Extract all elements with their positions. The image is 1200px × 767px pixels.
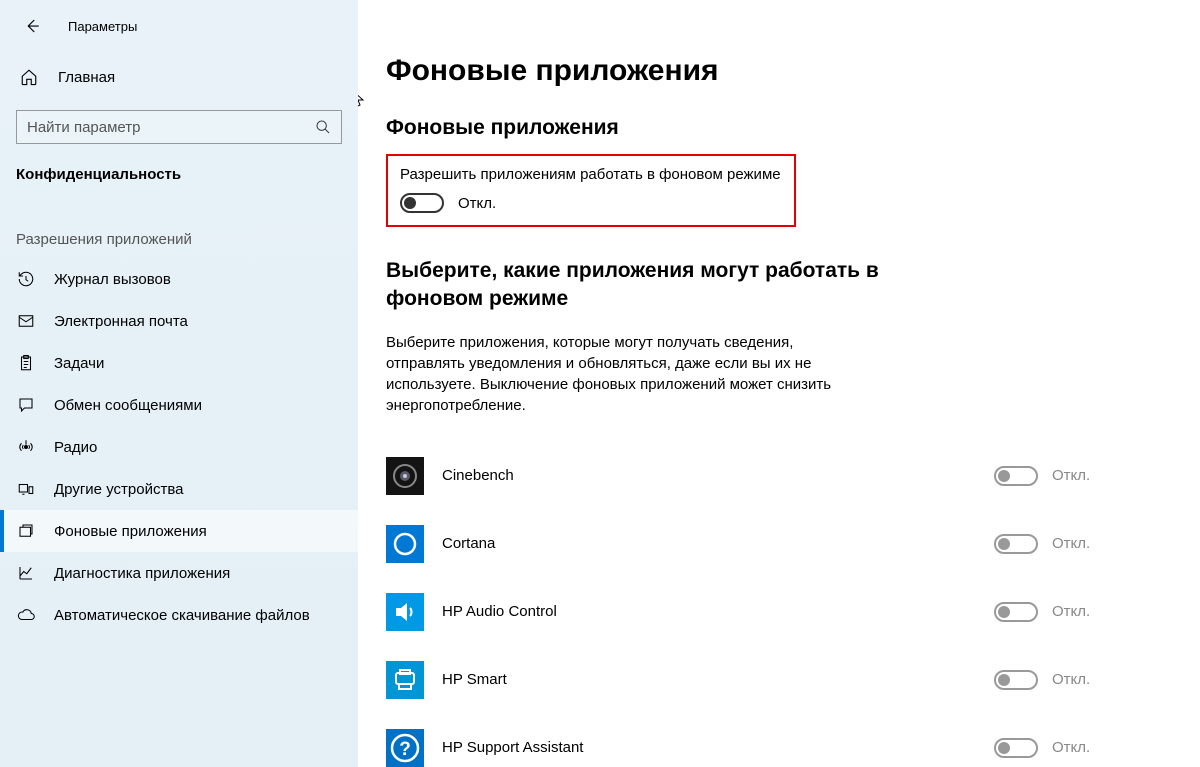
- sidebar-category[interactable]: Конфиденциальность: [0, 162, 358, 201]
- app-toggle-state: Откл.: [1052, 671, 1090, 688]
- master-toggle-highlight: Разрешить приложениям работать в фоновом…: [386, 154, 796, 227]
- app-row-hp-smart: HP Smart Откл.: [386, 646, 1164, 714]
- app-name: HP Audio Control: [442, 603, 994, 620]
- app-name: Cinebench: [442, 467, 994, 484]
- sidebar-section-label: Разрешения приложений: [0, 201, 358, 258]
- back-button[interactable]: [20, 14, 44, 38]
- nav-label: Другие устройства: [54, 481, 183, 498]
- sidebar-item-radio[interactable]: Радио: [0, 426, 358, 468]
- clipboard-icon: [16, 354, 36, 372]
- search-icon: [315, 119, 331, 135]
- nav-label: Задачи: [54, 355, 104, 372]
- app-row-cinebench: Cinebench Откл.: [386, 442, 1164, 510]
- app-icon-hp-audio: [386, 593, 424, 631]
- history-icon: [16, 270, 36, 288]
- master-toggle-label: Разрешить приложениям работать в фоновом…: [400, 166, 782, 183]
- master-toggle[interactable]: [400, 193, 444, 213]
- window-title: Параметры: [68, 19, 137, 34]
- app-row-hp-audio: HP Audio Control Откл.: [386, 578, 1164, 646]
- devices-icon: [16, 480, 36, 498]
- app-row-hp-support: ? HP Support Assistant Откл.: [386, 714, 1164, 767]
- app-icon-cinebench: [386, 457, 424, 495]
- section-subtitle: Фоновые приложения: [386, 116, 1164, 140]
- sidebar-item-background-apps[interactable]: Фоновые приложения: [0, 510, 358, 552]
- sidebar-item-auto-downloads[interactable]: Автоматическое скачивание файлов: [0, 594, 358, 636]
- settings-sidebar: Параметры Главная Конфиденциальность Раз…: [0, 0, 358, 767]
- nav-label: Электронная почта: [54, 313, 188, 330]
- master-toggle-row: Откл.: [400, 193, 782, 213]
- app-icon-hp-smart: [386, 661, 424, 699]
- sidebar-item-tasks[interactable]: Задачи: [0, 342, 358, 384]
- choose-apps-heading: Выберите, какие приложения могут работат…: [386, 257, 906, 314]
- master-toggle-state: Откл.: [458, 195, 496, 212]
- app-toggle-state: Откл.: [1052, 603, 1090, 620]
- app-toggle-state: Откл.: [1052, 467, 1090, 484]
- nav-label: Обмен сообщениями: [54, 397, 202, 414]
- app-name: Cortana: [442, 535, 994, 552]
- nav-label: Фоновые приложения: [54, 523, 207, 540]
- sidebar-item-call-history[interactable]: Журнал вызовов: [0, 258, 358, 300]
- sidebar-header: Параметры: [0, 10, 358, 58]
- cloud-download-icon: [16, 606, 36, 624]
- app-toggle-state: Откл.: [1052, 535, 1090, 552]
- app-toggle-state: Откл.: [1052, 739, 1090, 756]
- app-toggle[interactable]: [994, 466, 1038, 486]
- search-box[interactable]: [16, 110, 342, 144]
- sidebar-item-email[interactable]: Электронная почта: [0, 300, 358, 342]
- nav-label: Радио: [54, 439, 97, 456]
- app-name: HP Smart: [442, 671, 994, 688]
- app-name: HP Support Assistant: [442, 739, 994, 756]
- arrow-left-icon: [23, 17, 41, 35]
- choose-apps-description: Выберите приложения, которые могут получ…: [386, 332, 866, 416]
- sidebar-item-app-diagnostics[interactable]: Диагностика приложения: [0, 552, 358, 594]
- message-icon: [16, 396, 36, 414]
- sidebar-item-messaging[interactable]: Обмен сообщениями: [0, 384, 358, 426]
- home-label: Главная: [58, 69, 115, 86]
- home-icon: [20, 68, 38, 86]
- mail-icon: [16, 312, 36, 330]
- cursor-icon: [358, 90, 366, 108]
- app-toggle[interactable]: [994, 602, 1038, 622]
- nav-label: Автоматическое скачивание файлов: [54, 607, 310, 624]
- radio-icon: [16, 438, 36, 456]
- app-toggle[interactable]: [994, 738, 1038, 758]
- nav-label: Диагностика приложения: [54, 565, 230, 582]
- app-icon-hp-support: ?: [386, 729, 424, 767]
- svg-text:?: ?: [399, 739, 411, 760]
- background-apps-icon: [16, 522, 36, 540]
- nav-label: Журнал вызовов: [54, 271, 171, 288]
- app-row-cortana: Cortana Откл.: [386, 510, 1164, 578]
- app-icon-cortana: [386, 525, 424, 563]
- page-title: Фоновые приложения: [386, 54, 1164, 88]
- app-toggle[interactable]: [994, 670, 1038, 690]
- chart-icon: [16, 564, 36, 582]
- search-input[interactable]: [27, 119, 315, 136]
- sidebar-home[interactable]: Главная: [0, 58, 358, 96]
- main-content: Фоновые приложения Фоновые приложения Ра…: [358, 0, 1200, 767]
- sidebar-item-other-devices[interactable]: Другие устройства: [0, 468, 358, 510]
- app-toggle[interactable]: [994, 534, 1038, 554]
